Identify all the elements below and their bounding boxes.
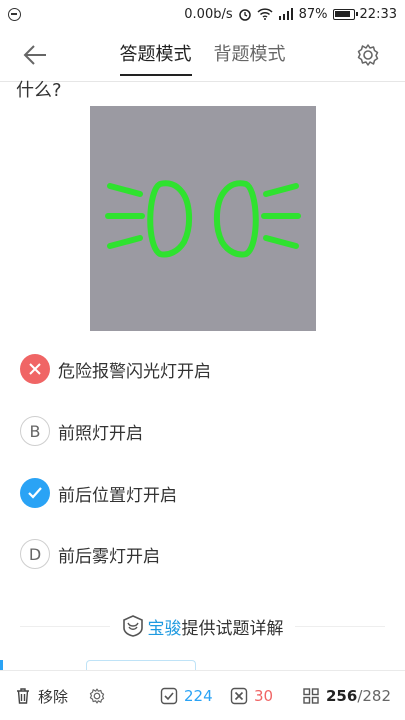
battery-percent: 87% <box>298 6 328 22</box>
option-b-text: 前照灯开启 <box>58 423 143 444</box>
progress-total: /282 <box>357 687 391 705</box>
remove-button[interactable]: 移除 <box>14 671 68 720</box>
correct-count: 224 <box>184 687 213 705</box>
wrong-count-button[interactable]: 30 <box>230 671 273 720</box>
bottom-bar: 移除 224 30 256 /282 <box>0 670 405 720</box>
option-d-text: 前后雾灯开启 <box>58 546 160 567</box>
x-box-icon <box>230 687 248 705</box>
option-a[interactable]: 危险报警闪光灯开启 <box>20 352 380 386</box>
gear-icon[interactable] <box>355 42 381 68</box>
divider <box>295 626 385 627</box>
section-tag <box>86 660 196 670</box>
network-speed: 0.00b/s <box>184 6 233 22</box>
option-b-letter: B <box>20 416 50 446</box>
brand-name: 宝骏 <box>147 618 182 639</box>
option-a-text: 危险报警闪光灯开启 <box>58 361 211 382</box>
option-c-text: 前后位置灯开启 <box>58 485 177 506</box>
wrong-count: 30 <box>254 687 274 705</box>
question-image <box>90 106 316 331</box>
wifi-icon <box>257 8 273 20</box>
question-grid-button[interactable]: 256 /282 <box>302 671 391 720</box>
signal-icon <box>278 8 293 20</box>
remove-label: 移除 <box>38 687 69 706</box>
question-text: 什么? <box>16 80 62 101</box>
divider <box>20 626 110 627</box>
check-mark-icon <box>20 478 50 508</box>
progress-current: 256 <box>326 687 358 705</box>
battery-icon <box>332 8 358 20</box>
brand-logo-icon <box>122 615 143 637</box>
explanation-banner[interactable]: 宝骏 提供试题详解 <box>0 612 405 640</box>
notification-icon <box>8 7 21 21</box>
alarm-icon <box>238 9 251 21</box>
check-box-icon <box>160 687 178 705</box>
explanation-label: 提供试题详解 <box>181 618 284 639</box>
section-marker <box>0 660 3 670</box>
next-section-peek <box>0 660 405 670</box>
settings-button[interactable] <box>88 671 112 720</box>
gear-icon <box>89 688 105 704</box>
option-d[interactable]: D 前后雾灯开启 <box>20 537 380 571</box>
correct-count-button[interactable]: 224 <box>160 671 213 720</box>
tab-memorize-mode[interactable]: 背题模式 <box>214 28 286 82</box>
clock: 22:33 <box>359 6 397 22</box>
option-c[interactable]: 前后位置灯开启 <box>20 476 380 510</box>
option-b[interactable]: B 前照灯开启 <box>20 414 380 448</box>
wrong-mark-icon <box>20 354 50 384</box>
grid-icon <box>303 688 319 704</box>
option-d-letter: D <box>20 539 50 569</box>
status-bar: 0.00b/s 87% 22:33 <box>0 0 405 28</box>
tab-answer-mode[interactable]: 答题模式 <box>119 28 192 82</box>
trash-icon <box>17 688 29 704</box>
top-nav: 答题模式 背题模式 <box>0 28 405 82</box>
lamp-symbol-icon <box>105 180 301 258</box>
